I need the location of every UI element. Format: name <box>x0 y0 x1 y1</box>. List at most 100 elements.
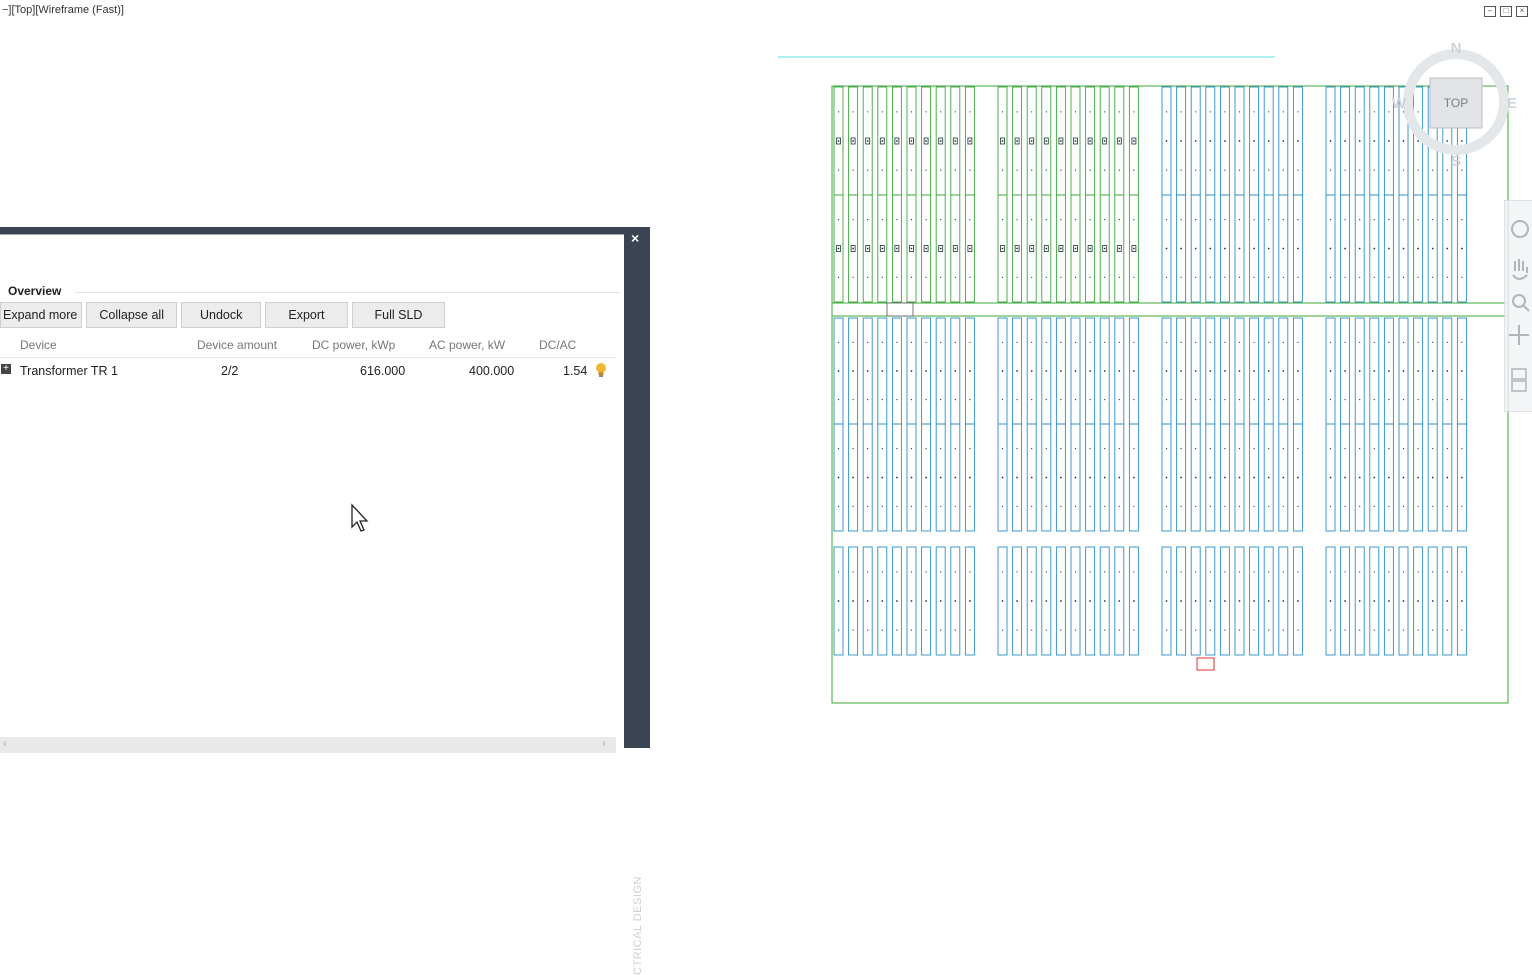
pv-dot <box>1373 399 1375 401</box>
viewcube[interactable]: TOP N S E W <box>1386 36 1526 176</box>
pv-dot <box>896 448 898 450</box>
pv-dot <box>1373 600 1376 602</box>
pv-dot <box>1060 571 1062 573</box>
pv-dot <box>1209 505 1211 507</box>
close-icon[interactable]: × <box>1516 6 1528 17</box>
pv-dot <box>1446 448 1448 450</box>
pv-dot <box>1417 600 1419 602</box>
pv-dot <box>1180 370 1182 372</box>
pv-dot <box>1402 505 1405 507</box>
pv-dot <box>1180 600 1182 602</box>
compass-east[interactable]: E <box>1507 95 1517 112</box>
pv-dot <box>954 140 957 142</box>
pv-dot <box>1001 219 1004 221</box>
undock-button[interactable]: Undock <box>180 302 262 328</box>
scroll-left-icon[interactable]: ‹ <box>3 738 7 750</box>
pv-dot <box>1461 476 1463 479</box>
pv-dot <box>896 600 898 602</box>
cell-dc-ac: 1.54 <box>563 364 588 378</box>
pan-icon[interactable] <box>1512 259 1528 280</box>
collapse-all-button[interactable]: Collapse all <box>86 302 177 328</box>
pv-dot <box>925 219 927 221</box>
pv-dot <box>969 571 971 573</box>
compass-west[interactable]: W <box>1392 95 1407 112</box>
pv-dot <box>1016 111 1018 113</box>
pv-dot <box>1358 370 1361 372</box>
column-header-dc-power[interactable]: DC power, kWp <box>312 338 395 352</box>
pv-dot <box>1402 341 1405 343</box>
export-button[interactable]: Export <box>265 302 348 328</box>
pv-dot <box>1359 111 1361 113</box>
pv-dot <box>1133 448 1135 450</box>
pv-dot <box>1268 219 1270 221</box>
showmotion-icon[interactable] <box>1511 368 1527 392</box>
pv-dot <box>925 399 927 401</box>
pv-dot <box>1195 448 1197 450</box>
pv-dot <box>1133 505 1135 507</box>
column-header-device-amount[interactable]: Device amount <box>197 338 277 352</box>
pv-dot <box>837 341 840 343</box>
pv-dot <box>1267 140 1270 142</box>
compass-south[interactable]: S <box>1451 153 1461 170</box>
pv-dot <box>1180 476 1182 479</box>
lightbulb-icon[interactable] <box>594 362 608 378</box>
pv-dot <box>1344 219 1346 221</box>
pv-dot <box>1432 219 1434 221</box>
pv-dot <box>1209 370 1212 372</box>
expand-row-icon[interactable]: + <box>1 364 11 374</box>
pv-dot <box>1045 476 1048 479</box>
electrical-design-palette[interactable]: × CTRICAL DESIGN Overview Expand more Co… <box>0 227 650 975</box>
pv-dot <box>1001 448 1004 450</box>
pv-dot <box>1461 399 1463 401</box>
pv-dot <box>1417 448 1419 450</box>
pv-dot <box>1224 140 1226 142</box>
zoom-icon[interactable] <box>1512 294 1530 312</box>
pv-dot <box>1133 629 1135 631</box>
pv-dot <box>1194 370 1197 372</box>
pv-dot <box>1238 600 1241 602</box>
navigation-bar[interactable] <box>1504 200 1532 412</box>
table-row[interactable]: + Transformer TR 1 2/2 616.000 400.000 1… <box>0 359 616 383</box>
compass-north[interactable]: N <box>1451 40 1462 57</box>
pv-dot <box>1195 169 1197 171</box>
pv-dot <box>1180 247 1182 250</box>
pv-dot <box>1358 600 1361 602</box>
pv-dot <box>954 600 957 602</box>
pv-dot <box>1268 629 1270 631</box>
palette-close-icon[interactable]: × <box>631 230 639 246</box>
pv-dot <box>1297 629 1299 631</box>
minimize-icon[interactable]: – <box>1484 6 1496 17</box>
pv-dot <box>1209 341 1211 343</box>
pv-dot <box>1165 370 1168 372</box>
viewport-label[interactable]: −][Top][Wireframe (Fast)] <box>2 4 124 16</box>
pv-dot <box>1031 111 1033 113</box>
pv-dot <box>1180 571 1182 573</box>
column-header-ac-power[interactable]: AC power, kW <box>429 338 505 352</box>
pv-dot <box>837 219 840 221</box>
pv-dot <box>1388 399 1390 401</box>
pv-dot <box>867 276 869 278</box>
pv-dot <box>1282 370 1285 372</box>
pv-dot <box>1165 169 1168 171</box>
steering-wheel-icon[interactable] <box>1511 220 1529 238</box>
pv-dot <box>1224 505 1226 507</box>
restore-icon[interactable]: □ <box>1500 6 1512 17</box>
orbit-icon[interactable] <box>1509 325 1529 345</box>
pv-dot <box>1297 219 1299 221</box>
pv-dot <box>954 169 956 171</box>
pv-dot <box>852 341 854 343</box>
pv-dot <box>1267 476 1270 479</box>
full-sld-button[interactable]: Full SLD <box>351 302 446 328</box>
column-header-dc-ac[interactable]: DC/AC <box>539 338 576 352</box>
pv-dot <box>1060 140 1062 142</box>
expand-more-button[interactable]: Expand more <box>0 302 83 328</box>
pv-dot <box>1133 219 1135 221</box>
pv-dot <box>1045 399 1047 401</box>
scroll-right-icon[interactable]: › <box>602 738 606 750</box>
pv-dot <box>1180 399 1182 401</box>
pv-dot <box>1016 219 1018 221</box>
column-header-device[interactable]: Device <box>20 338 57 352</box>
horizontal-scrollbar[interactable]: ‹ › <box>0 737 616 753</box>
palette-side-title[interactable]: CTRICAL DESIGN <box>628 787 648 975</box>
pv-dot <box>881 341 883 343</box>
